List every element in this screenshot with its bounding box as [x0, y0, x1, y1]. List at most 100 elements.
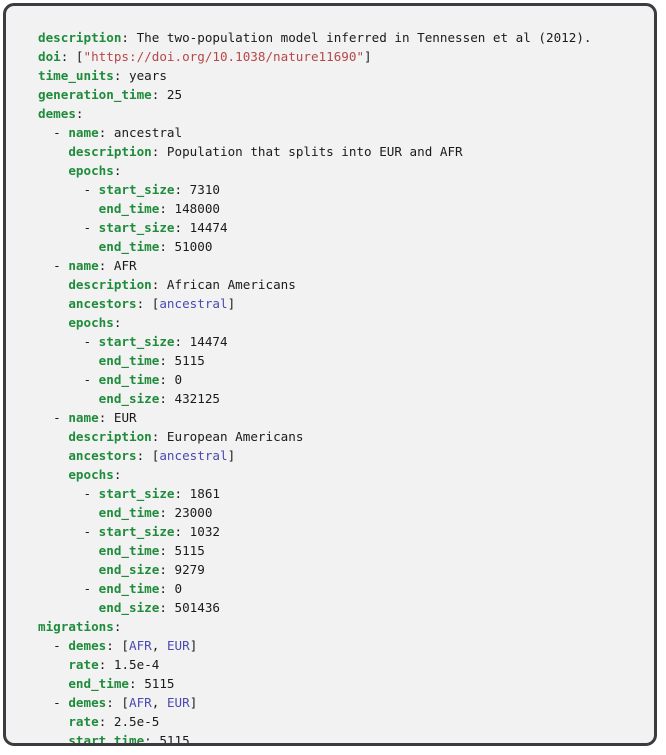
yaml-key: description — [68, 429, 152, 444]
yaml-list-dash: - — [83, 220, 99, 235]
yaml-key: description — [38, 30, 122, 45]
yaml-line: end_size: 432125 — [38, 389, 650, 408]
yaml-punctuation: : — [159, 505, 175, 520]
yaml-indent — [38, 239, 99, 254]
yaml-line: end_time: 5115 — [38, 674, 650, 693]
yaml-line: description: Population that splits into… — [38, 142, 650, 161]
yaml-punctuation: : [ — [106, 695, 130, 710]
yaml-punctuation: : — [98, 125, 114, 140]
yaml-key: description — [68, 144, 152, 159]
yaml-reference: EUR — [166, 638, 190, 653]
yaml-value: 5115 — [159, 733, 190, 746]
yaml-indent — [38, 486, 84, 501]
yaml-code-block: description: The two-population model in… — [3, 3, 657, 746]
yaml-indent — [38, 410, 53, 425]
yaml-key: epochs — [68, 163, 114, 178]
yaml-line: rate: 1.5e-4 — [38, 655, 650, 674]
yaml-punctuation: : [ — [106, 638, 130, 653]
yaml-punctuation: : — [159, 353, 175, 368]
yaml-key: end_time — [98, 353, 160, 368]
yaml-indent — [38, 220, 84, 235]
yaml-list-dash: - — [83, 372, 99, 387]
yaml-punctuation: : — [159, 391, 175, 406]
yaml-punctuation: : — [113, 467, 122, 482]
yaml-punctuation: , — [151, 695, 167, 710]
yaml-indent — [38, 467, 68, 482]
yaml-line: description: European Americans — [38, 427, 650, 446]
yaml-value: 5115 — [174, 543, 205, 558]
yaml-line: - name: ancestral — [38, 123, 650, 142]
yaml-indent — [38, 391, 99, 406]
yaml-value: 5115 — [174, 353, 205, 368]
yaml-key: name — [68, 258, 99, 273]
yaml-punctuation: : — [129, 676, 145, 691]
yaml-line: - start_size: 7310 — [38, 180, 650, 199]
yaml-line: start_time: 5115 — [38, 731, 650, 746]
yaml-key: end_size — [98, 562, 160, 577]
yaml-value: 9279 — [174, 562, 205, 577]
yaml-list-dash: - — [83, 486, 99, 501]
yaml-value: ancestral — [113, 125, 183, 140]
yaml-list-dash: - — [83, 524, 99, 539]
yaml-punctuation: : — [98, 657, 114, 672]
yaml-value: 23000 — [174, 505, 213, 520]
yaml-punctuation: : — [159, 372, 175, 387]
yaml-line: migrations: — [38, 617, 650, 636]
yaml-line: end_time: 148000 — [38, 199, 650, 218]
yaml-value: 1861 — [189, 486, 221, 501]
yaml-key: demes — [68, 695, 107, 710]
yaml-key: start_size — [98, 220, 175, 235]
yaml-key: name — [68, 125, 99, 140]
yaml-indent — [38, 182, 84, 197]
yaml-key: end_size — [98, 600, 160, 615]
yaml-punctuation: : — [98, 258, 114, 273]
yaml-key: end_time — [98, 581, 160, 596]
yaml-indent — [38, 505, 99, 520]
yaml-key: demes — [68, 638, 107, 653]
yaml-line: - start_size: 14474 — [38, 218, 650, 237]
yaml-value: 1032 — [189, 524, 221, 539]
yaml-lines-container: description: The two-population model in… — [38, 28, 650, 743]
yaml-indent — [38, 315, 68, 330]
yaml-value: Population that splits into EUR and AFR — [166, 144, 463, 159]
yaml-line: - start_size: 1032 — [38, 522, 650, 541]
yaml-reference: ancestral — [159, 296, 228, 311]
yaml-key: end_time — [98, 543, 160, 558]
yaml-reference: AFR — [129, 638, 152, 653]
yaml-indent — [38, 258, 53, 273]
yaml-list-dash: - — [53, 258, 69, 273]
yaml-key: rate — [68, 657, 99, 672]
yaml-indent — [38, 581, 84, 596]
yaml-line: description: The two-population model in… — [38, 28, 650, 47]
yaml-key: start_time — [68, 733, 145, 746]
yaml-line: epochs: — [38, 465, 650, 484]
yaml-value: years — [129, 68, 167, 83]
yaml-line: generation_time: 25 — [38, 85, 650, 104]
yaml-punctuation: ] — [227, 296, 236, 311]
yaml-punctuation: : — [151, 277, 167, 292]
yaml-line: - end_time: 0 — [38, 579, 650, 598]
yaml-punctuation: : — [159, 600, 175, 615]
yaml-reference: AFR — [129, 695, 152, 710]
yaml-indent — [38, 562, 99, 577]
yaml-key: end_time — [98, 372, 160, 387]
yaml-punctuation: : — [113, 619, 122, 634]
yaml-punctuation: : [ — [136, 448, 160, 463]
yaml-key: end_time — [98, 239, 160, 254]
yaml-punctuation: : — [159, 581, 175, 596]
yaml-line: - name: AFR — [38, 256, 650, 275]
yaml-key: start_size — [98, 182, 175, 197]
yaml-key: start_size — [98, 334, 175, 349]
yaml-punctuation: : — [159, 543, 175, 558]
yaml-punctuation: : — [144, 733, 160, 746]
yaml-value: 14474 — [189, 334, 228, 349]
yaml-key: end_time — [98, 201, 160, 216]
yaml-line: - name: EUR — [38, 408, 650, 427]
yaml-value: 0 — [174, 372, 183, 387]
yaml-line: end_size: 9279 — [38, 560, 650, 579]
yaml-key: start_size — [98, 486, 175, 501]
yaml-indent — [38, 201, 99, 216]
yaml-line: - end_time: 0 — [38, 370, 650, 389]
yaml-line: - demes: [AFR, EUR] — [38, 693, 650, 712]
yaml-line: end_time: 51000 — [38, 237, 650, 256]
